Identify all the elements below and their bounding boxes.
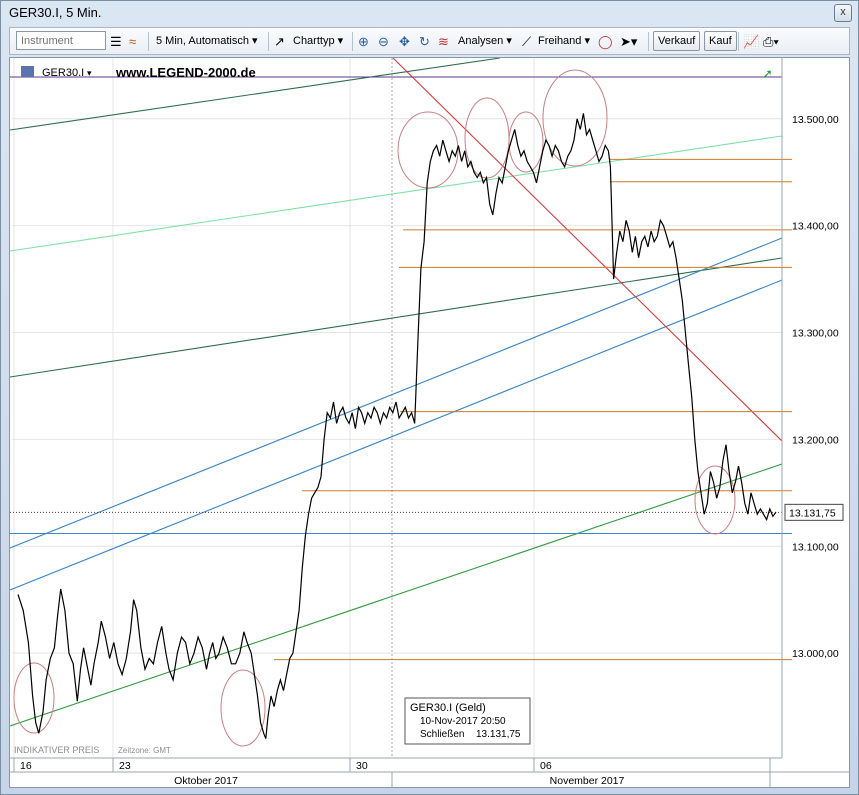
kauf-button[interactable]: Kauf xyxy=(704,31,737,51)
trend-lines xyxy=(9,57,783,727)
toolbar-separator xyxy=(268,32,269,51)
current-price-tag: 13.131,75 xyxy=(784,503,844,521)
verkauf-button[interactable]: Verkauf xyxy=(653,31,701,51)
price-series-line xyxy=(17,113,777,739)
y-tick-label: 13.300,00 xyxy=(792,328,839,340)
cursor-icon[interactable]: ➤▾ xyxy=(620,33,637,50)
charttype-icon: ↗ xyxy=(274,34,285,49)
y-tick-label: 13.400,00 xyxy=(792,221,839,233)
symbol-dropdown-arrow[interactable]: ▾ xyxy=(87,68,92,78)
instrument-input[interactable] xyxy=(16,31,106,50)
charttype-dropdown[interactable]: Charttyp ▾ xyxy=(293,33,343,50)
price-chart[interactable]: 13.500,00 13.400,00 13.300,00 13.200,00 13.1… xyxy=(9,57,849,788)
info-close-value: 13.131,75 xyxy=(476,729,521,740)
info-close-label: Schließen xyxy=(420,729,464,740)
x-tick-label: 30 xyxy=(356,760,368,772)
refresh-icon[interactable]: ↻ xyxy=(419,33,430,50)
interval-dropdown[interactable]: 5 Min, Automatisch ▾ xyxy=(156,33,258,50)
toolbar: ☰ ≈ 5 Min, Automatisch ▾ ↗ Charttyp ▾ ⊕ … xyxy=(9,27,850,55)
info-title: GER30.I (Geld) xyxy=(410,702,486,714)
x-tick-label: 23 xyxy=(119,760,131,772)
freihand-label: Freihand xyxy=(538,35,582,47)
y-tick-label: 13.100,00 xyxy=(792,541,839,553)
trend-arrow-icon: ➚ xyxy=(762,66,773,81)
close-button[interactable]: x xyxy=(834,4,852,22)
freehand-line-icon: ⟋ xyxy=(522,34,532,49)
eraser-icon[interactable]: ◯ xyxy=(598,33,613,50)
chart-window: GER30.I, 5 Min. x ☰ ≈ 5 Min, Automatisch… xyxy=(0,0,859,795)
info-datetime: 10-Nov-2017 20:50 xyxy=(420,716,506,727)
blue-channel-upper xyxy=(9,237,783,549)
fit-icon[interactable]: ✥ xyxy=(399,33,410,50)
y-tick-label: 13.500,00 xyxy=(792,114,839,126)
toolbar-separator xyxy=(148,32,149,51)
annotation-ellipse xyxy=(13,662,55,734)
print-icon[interactable]: ⎙▾ xyxy=(763,33,779,50)
instrument-flag-icon xyxy=(21,66,34,77)
timezone-label: Zeitzone: GMT xyxy=(118,746,171,755)
indicator-icon[interactable]: ≈ xyxy=(129,33,136,50)
y-axis: 13.500,00 13.400,00 13.300,00 13.200,00 13.1… xyxy=(781,58,839,758)
header-symbol: GER30.I xyxy=(42,67,84,79)
x-tick-label: 16 xyxy=(20,760,32,772)
instrument-list-icon[interactable]: ☰ xyxy=(110,33,122,50)
month-label: November 2017 xyxy=(550,775,625,787)
y-tick-label: 13.000,00 xyxy=(792,648,839,660)
interval-label: 5 Min, Automatisch xyxy=(156,35,249,47)
green-support-trend xyxy=(9,463,783,727)
zoom-in-icon[interactable]: ⊕ xyxy=(358,33,369,50)
toolbar-separator xyxy=(352,32,353,51)
x-tick-label: 06 xyxy=(540,760,552,772)
charttype-label: Charttyp xyxy=(293,35,335,47)
y-tick-label: 13.200,00 xyxy=(792,434,839,446)
annotation-ellipse xyxy=(508,111,544,173)
analysen-dropdown[interactable]: Analysen ▾ xyxy=(458,33,512,50)
info-box: GER30.I (Geld) 10-Nov-2017 20:50 Schließ… xyxy=(404,697,531,745)
title-bar: GER30.I, 5 Min. x xyxy=(1,1,858,25)
toolbar-separator xyxy=(738,32,739,51)
indicative-price-label: INDIKATIVER PREIS xyxy=(14,745,99,755)
annotation-ellipse xyxy=(694,465,736,535)
x-axis: 16 23 30 06 Oktober 2017 November 2017 xyxy=(10,757,849,788)
chart-settings-icon[interactable]: 📈 xyxy=(743,33,759,50)
footer-labels: INDIKATIVER PREIS Zeitzone: GMT xyxy=(14,745,171,755)
horizontal-levels xyxy=(10,76,792,661)
toolbar-separator xyxy=(648,32,649,51)
watermark-url: www.LEGEND-2000.de xyxy=(115,65,256,80)
mid-channel-line xyxy=(9,257,783,378)
freihand-dropdown[interactable]: Freihand ▾ xyxy=(538,33,590,50)
analysis-icon: ≋ xyxy=(438,34,449,49)
zoom-out-icon[interactable]: ⊖ xyxy=(378,33,389,50)
annotation-ellipse xyxy=(542,69,608,167)
current-price-label: 13.131,75 xyxy=(789,507,836,519)
analysen-label: Analysen xyxy=(458,35,504,47)
red-downtrend-line xyxy=(392,57,783,442)
chart-area[interactable]: 13.500,00 13.400,00 13.300,00 13.200,00 13.1… xyxy=(9,57,850,788)
month-label: Oktober 2017 xyxy=(174,775,238,787)
window-title: GER30.I, 5 Min. xyxy=(9,5,102,20)
